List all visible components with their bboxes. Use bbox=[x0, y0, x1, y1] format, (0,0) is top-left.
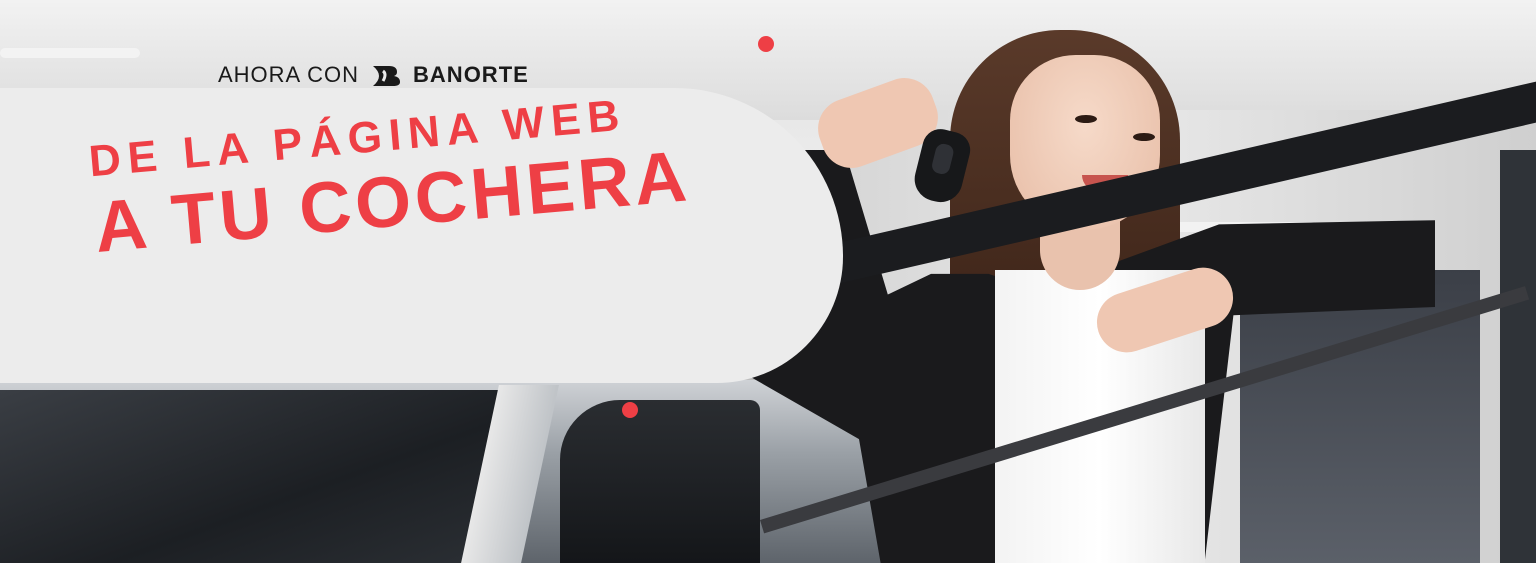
car-windshield bbox=[0, 390, 500, 563]
light-streak bbox=[0, 48, 140, 58]
banorte-brand: BANORTE bbox=[369, 62, 529, 88]
woman-eye bbox=[1075, 115, 1097, 123]
accent-dot bbox=[622, 402, 638, 418]
garage-pillar bbox=[1500, 150, 1536, 563]
woman-eye bbox=[1133, 133, 1155, 141]
banorte-logo-icon bbox=[373, 66, 401, 86]
hero-banner: AHORA CON BANORTE DE LA PÁGINA WEB A TU … bbox=[0, 0, 1536, 563]
brand-name: BANORTE bbox=[413, 62, 529, 87]
accent-dot bbox=[758, 36, 774, 52]
tagline-prefix: AHORA CON bbox=[218, 62, 360, 87]
car-side-window bbox=[560, 400, 760, 563]
partner-tagline: AHORA CON BANORTE bbox=[218, 62, 529, 88]
